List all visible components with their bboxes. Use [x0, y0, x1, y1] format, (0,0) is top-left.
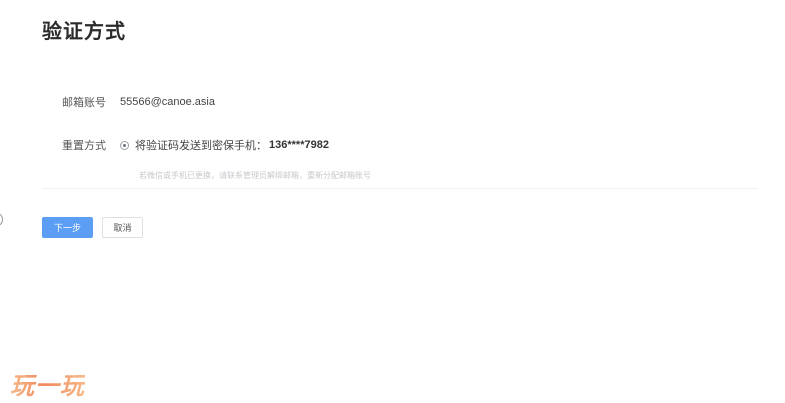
edge-circle-icon — [0, 213, 3, 226]
next-step-button[interactable]: 下一步 — [42, 217, 93, 238]
email-row: 邮箱账号 55566@canoe.asia — [62, 94, 215, 110]
verification-page: 验证方式 邮箱账号 55566@canoe.asia 重置方式 将验证码发送到密… — [0, 0, 785, 403]
email-value: 55566@canoe.asia — [120, 96, 215, 108]
reset-method-row: 重置方式 将验证码发送到密保手机： 136****7982 — [62, 137, 329, 153]
cancel-button[interactable]: 取消 — [102, 217, 143, 238]
radio-selected-dot — [123, 143, 126, 147]
page-title: 验证方式 — [42, 19, 126, 43]
reset-hint-text: 若微信或手机已更换，请联系管理员解绑邮箱，重新分配邮箱账号 — [139, 171, 371, 180]
phone-option[interactable]: 将验证码发送到密保手机： 136****7982 — [120, 137, 329, 153]
phone-number: 136****7982 — [269, 139, 329, 151]
divider — [42, 188, 758, 189]
email-label: 邮箱账号 — [62, 96, 106, 109]
reset-method-label: 重置方式 — [62, 139, 106, 152]
phone-option-radio[interactable] — [120, 140, 129, 150]
watermark-logo: 玩一玩 — [10, 366, 85, 401]
phone-option-text: 将验证码发送到密保手机： — [135, 139, 267, 152]
